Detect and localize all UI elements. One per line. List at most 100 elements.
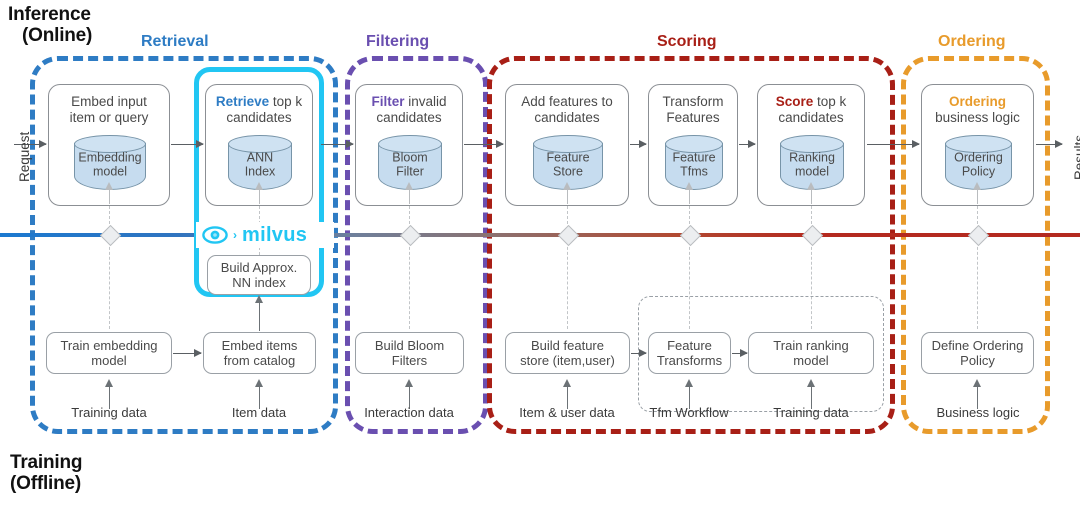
inference-title-line1: Inference	[8, 4, 91, 25]
arrow-features-to-transform	[630, 138, 647, 151]
connector-dash-1b	[109, 237, 110, 329]
source-business-logic: Business logic	[936, 405, 1020, 420]
arrow-transforms-to-trainranking	[732, 347, 748, 360]
title-rest: top k	[813, 94, 847, 109]
line1: Build feature	[531, 338, 604, 353]
title-line1: Transform	[662, 94, 724, 109]
card-score-title: Score top k candidates	[758, 94, 864, 126]
inference-online-title: Inference (Online)	[8, 4, 92, 46]
source-item-data: Item data	[231, 405, 287, 420]
arrow-into-bloom-filter	[403, 182, 415, 204]
request-label: Request	[17, 131, 32, 182]
stage-label-filtering: Filtering	[366, 33, 430, 50]
online-offline-divider	[0, 233, 1080, 237]
results-label: Results	[1072, 134, 1080, 180]
card-ordering-title: Ordering business logic	[922, 94, 1033, 126]
connector-dash-4b	[567, 237, 568, 329]
card-add-features-title: Add features to candidates	[506, 94, 628, 126]
title-bold: Retrieve	[215, 94, 270, 109]
line1: Feature	[667, 338, 712, 353]
line1: Build Bloom	[374, 338, 445, 353]
box-build-bloom-filters[interactable]: Build Bloom Filters	[355, 332, 464, 374]
source-tfm-workflow: Tfm Workflow	[649, 405, 729, 420]
source-interaction-data: Interaction data	[364, 405, 454, 420]
training-title-line1: Training	[10, 452, 83, 473]
title-bold: Score	[775, 94, 814, 109]
box-define-ordering-policy[interactable]: Define Ordering Policy	[921, 332, 1034, 374]
arrow-embed-items-to-nn-index	[253, 295, 265, 331]
training-offline-title: Training (Offline)	[10, 452, 82, 494]
diagram-canvas: Inference (Online) Training (Offline) Re…	[0, 0, 1080, 506]
milvus-logo: › milvus	[196, 222, 334, 248]
store-label: Feature Store	[546, 149, 590, 178]
title-line2: item or query	[69, 110, 149, 125]
line2: NN index	[232, 275, 286, 290]
arrow-score-to-ordering	[867, 138, 920, 151]
title-rest: invalid	[404, 94, 447, 109]
card-embed-input-title: Embed input item or query	[49, 94, 169, 126]
store-label: Ranking model	[789, 149, 835, 178]
milvus-eye-icon	[202, 226, 228, 244]
title-line1: Embed input	[71, 94, 147, 109]
title-line2: candidates	[376, 110, 442, 125]
arrow-into-feature-tfms	[683, 182, 695, 204]
line2: Transforms	[656, 353, 723, 368]
line1: Train embedding	[60, 338, 158, 353]
store-label: Feature Tfms	[672, 149, 716, 178]
arrow-featurestore-to-transforms	[631, 347, 647, 360]
arrow-filter-to-features	[464, 138, 504, 151]
inference-title-line2: (Online)	[22, 25, 93, 46]
store-label: ANN Index	[244, 149, 276, 178]
source-training-data-2: Training data	[773, 405, 849, 420]
title-line2: Features	[666, 110, 720, 125]
connector-dash-3b	[409, 237, 410, 329]
store-label: Embedding model	[78, 149, 142, 178]
line1: Define Ordering	[931, 338, 1024, 353]
arrow-retrieve-to-filter	[321, 138, 354, 151]
milvus-chevron-icon: ›	[233, 228, 237, 242]
box-train-ranking-model[interactable]: Train ranking model	[748, 332, 874, 374]
card-retrieve-title: Retrieve top k candidates	[206, 94, 312, 126]
line2: Filters	[391, 353, 428, 368]
line2: model	[91, 353, 127, 368]
line1: Embed items	[221, 338, 298, 353]
stage-label-scoring: Scoring	[657, 33, 717, 50]
box-build-approx-nn-index[interactable]: Build Approx. NN index	[207, 255, 311, 295]
line1: Train ranking	[773, 338, 849, 353]
store-label: Ordering Policy	[954, 149, 1003, 178]
connector-dash-7b	[977, 237, 978, 329]
line2: from catalog	[223, 353, 296, 368]
title-line2: business logic	[935, 110, 1020, 125]
arrow-into-ordering-policy	[971, 182, 983, 204]
line2: model	[793, 353, 829, 368]
title-line2: candidates	[534, 110, 600, 125]
source-training-data-1: Training data	[71, 405, 147, 420]
arrow-train-to-embed-items	[173, 347, 202, 360]
arrow-into-feature-store	[561, 182, 573, 204]
box-build-feature-store[interactable]: Build feature store (item,user)	[505, 332, 630, 374]
card-filter-title: Filter invalid candidates	[356, 94, 462, 126]
box-embed-items-from-catalog[interactable]: Embed items from catalog	[203, 332, 316, 374]
store-label: Bloom Filter	[392, 149, 428, 178]
title-line2: candidates	[226, 110, 292, 125]
arrow-results-out	[1036, 138, 1063, 151]
stage-label-retrieval: Retrieval	[141, 33, 209, 50]
source-item-user-data: Item & user data	[519, 405, 615, 420]
milvus-wordmark: milvus	[242, 223, 308, 246]
line1: Build Approx.	[220, 260, 298, 275]
arrow-embed-to-retrieve	[171, 138, 204, 151]
box-train-embedding-model[interactable]: Train embedding model	[46, 332, 172, 374]
store-feature-tfms: Feature Tfms	[665, 135, 723, 190]
line2: store (item,user)	[520, 353, 615, 368]
title-bold: Ordering	[948, 94, 1006, 109]
arrow-transform-to-score	[739, 138, 756, 151]
title-line1: Add features to	[521, 94, 613, 109]
stage-label-ordering: Ordering	[938, 33, 1006, 50]
arrow-into-ann-index	[253, 182, 265, 204]
arrow-into-ranking-model	[805, 182, 817, 204]
title-rest: top k	[269, 94, 303, 109]
title-bold: Filter	[371, 94, 405, 109]
line2: Policy	[960, 353, 995, 368]
arrow-into-embedding-model	[103, 182, 115, 204]
box-feature-transforms[interactable]: Feature Transforms	[648, 332, 731, 374]
